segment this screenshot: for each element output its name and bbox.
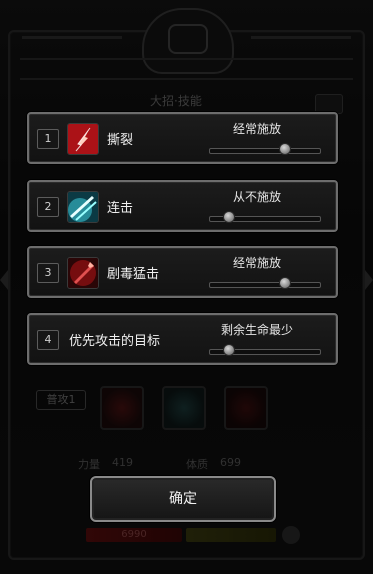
cast-frequency-slider[interactable]	[209, 211, 321, 224]
skill-name: 连击	[107, 201, 134, 216]
row-number: 1	[37, 129, 59, 149]
target-priority-slider[interactable]	[209, 344, 321, 357]
target-priority-label: 优先攻击的目标	[69, 334, 161, 349]
target-priority-value: 剩余生命最少	[220, 323, 293, 337]
cast-frequency-slider[interactable]	[209, 277, 321, 290]
skill-name: 撕裂	[107, 133, 134, 148]
confirm-button[interactable]: 确定	[90, 476, 276, 522]
cast-frequency-label: 经常施放	[232, 122, 281, 136]
slider-thumb[interactable]	[223, 211, 235, 223]
slider-thumb[interactable]	[223, 344, 235, 356]
cast-frequency-label: 从不施放	[232, 190, 281, 204]
row-number: 2	[37, 197, 59, 217]
poison-blade-icon	[67, 257, 99, 289]
cast-frequency-slider[interactable]	[209, 143, 321, 156]
skill-name: 剧毒猛击	[107, 267, 160, 282]
cast-frequency-label: 经常施放	[232, 256, 281, 270]
slider-thumb[interactable]	[279, 277, 291, 289]
setting-row-3: 3 剧毒猛击 经常施放	[27, 246, 338, 298]
cyan-strike-icon	[67, 191, 99, 223]
row-number: 3	[37, 263, 59, 283]
slider-track	[209, 282, 321, 288]
setting-row-1: 1 撕裂 经常施放	[27, 112, 338, 164]
red-slash-icon	[67, 123, 99, 155]
row-number: 4	[37, 330, 59, 350]
setting-row-2: 2 连击 从不施放	[27, 180, 338, 232]
slider-thumb[interactable]	[279, 143, 291, 155]
slider-track	[209, 148, 321, 154]
setting-row-4: 4 优先攻击的目标 剩余生命最少	[27, 313, 338, 365]
